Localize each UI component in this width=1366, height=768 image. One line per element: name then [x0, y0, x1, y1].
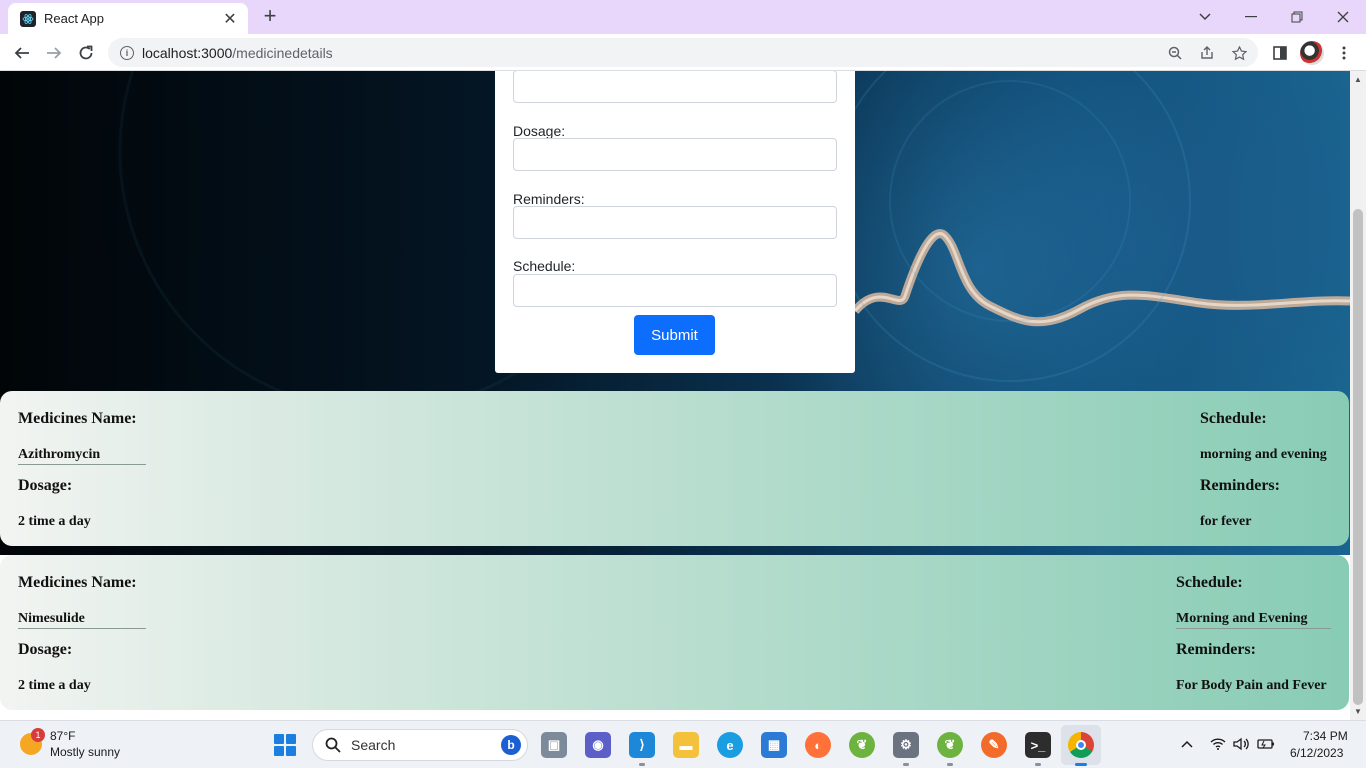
reminders-input[interactable]: [513, 206, 837, 239]
page-scrollbar[interactable]: ▲ ▼: [1350, 71, 1366, 720]
dosage-value: 2 time a day: [18, 678, 91, 693]
url-path: /medicinedetails: [232, 44, 333, 61]
tab-close-icon[interactable]: ✕: [222, 9, 238, 29]
schedule-value: Morning and Evening: [1176, 611, 1331, 629]
wifi-icon[interactable]: [1209, 735, 1227, 753]
restore-button[interactable]: [1274, 0, 1320, 34]
reminders-heading: Reminders:: [1176, 641, 1256, 658]
taskbar-search[interactable]: Search b: [312, 729, 528, 761]
reload-icon[interactable]: [73, 40, 99, 66]
microsoft-store-icon[interactable]: ▦: [761, 732, 787, 758]
teams-chat-icon[interactable]: ◉: [585, 732, 611, 758]
forward-arrow-icon[interactable]: [41, 40, 67, 66]
search-label: Search: [351, 737, 396, 753]
chevron-up-icon[interactable]: [1178, 735, 1196, 753]
spring-tool-icon[interactable]: ❦: [849, 732, 875, 758]
postman-icon[interactable]: ✎: [981, 732, 1007, 758]
clock-time[interactable]: 7:34 PM: [1303, 729, 1348, 743]
weather-temperature: 87°F: [50, 729, 76, 743]
running-indicator: [903, 763, 909, 766]
search-icon: [325, 737, 341, 753]
volume-icon[interactable]: [1232, 735, 1250, 753]
windows-start-icon[interactable]: [274, 734, 296, 756]
weather-description: Mostly sunny: [50, 745, 121, 759]
page-viewport: Dosage: Reminders: Schedule: Submit Medi…: [0, 71, 1350, 720]
submit-button[interactable]: Submit: [634, 315, 715, 355]
notification-badge: 1: [31, 728, 45, 742]
dosage-input[interactable]: [513, 138, 837, 171]
tab-title: React App: [44, 11, 104, 26]
url-text: localhost:3000/medicinedetails: [142, 45, 333, 61]
running-indicator: [947, 763, 953, 766]
dosage-value: 2 time a day: [18, 514, 91, 529]
running-indicator: [639, 763, 645, 766]
reminders-value: for fever: [1200, 514, 1252, 529]
medicine-name-input[interactable]: [513, 71, 837, 103]
site-info-icon[interactable]: i: [120, 45, 134, 60]
scrollbar-thumb[interactable]: [1353, 209, 1363, 705]
dosage-label: Dosage:: [513, 123, 566, 139]
url-host: localhost:3000: [142, 44, 233, 61]
profile-avatar[interactable]: [1300, 41, 1324, 65]
firefox-icon[interactable]: ◐: [805, 732, 831, 758]
scroll-up-arrow-icon[interactable]: ▲: [1353, 75, 1363, 85]
back-arrow-icon[interactable]: [9, 40, 35, 66]
vscode-icon[interactable]: ⟩: [629, 732, 655, 758]
new-tab-button[interactable]: +: [258, 5, 282, 29]
schedule-label: Schedule:: [513, 258, 576, 274]
medicine-name-value: Azithromycin: [18, 447, 146, 465]
terminal-icon[interactable]: >_: [1025, 732, 1051, 758]
chrome-icon[interactable]: [1068, 732, 1094, 758]
task-view-icon[interactable]: ▣: [541, 732, 567, 758]
clock-date[interactable]: 6/12/2023: [1290, 746, 1343, 760]
settings-gear-icon[interactable]: ⚙: [893, 732, 919, 758]
address-bar[interactable]: i localhost:3000/medicinedetails: [108, 38, 1258, 67]
browser-toolbar: i localhost:3000/medicinedetails: [0, 34, 1366, 71]
tab-search-chevron-down-icon[interactable]: [1182, 0, 1228, 34]
share-icon[interactable]: [1198, 44, 1216, 62]
medicine-form: Dosage: Reminders: Schedule: Submit: [495, 71, 855, 373]
battery-icon[interactable]: [1257, 735, 1275, 753]
file-explorer-icon[interactable]: ▬: [673, 732, 699, 758]
more-menu-icon[interactable]: [1334, 43, 1354, 63]
minimize-button[interactable]: [1228, 0, 1274, 34]
medicine-card: Medicines Name: Azithromycin Dosage: 2 t…: [0, 391, 1349, 546]
bing-icon[interactable]: b: [501, 735, 521, 755]
close-window-button[interactable]: [1320, 0, 1366, 34]
schedule-value: morning and evening: [1200, 447, 1327, 462]
scroll-down-arrow-icon[interactable]: ▼: [1353, 707, 1363, 717]
medicine-name-value: Nimesulide: [18, 611, 146, 629]
medicine-name-heading: Medicines Name:: [18, 574, 137, 591]
medicine-name-heading: Medicines Name:: [18, 410, 137, 427]
side-panel-icon[interactable]: [1270, 43, 1290, 63]
schedule-heading: Schedule:: [1176, 574, 1243, 591]
react-favicon-icon: [20, 10, 36, 27]
dosage-heading: Dosage:: [18, 641, 73, 658]
reminders-heading: Reminders:: [1200, 477, 1280, 494]
schedule-input[interactable]: [513, 274, 837, 307]
browser-tab-strip: React App ✕ +: [0, 0, 1366, 34]
spring-boot-icon[interactable]: ❦: [937, 732, 963, 758]
browser-tab[interactable]: React App ✕: [8, 3, 248, 34]
edge-browser-icon[interactable]: e: [717, 732, 743, 758]
active-indicator: [1075, 763, 1087, 766]
bookmark-star-icon[interactable]: [1230, 44, 1248, 62]
reminders-value: For Body Pain and Fever: [1176, 678, 1327, 693]
running-indicator: [1035, 763, 1041, 766]
medicine-card: Medicines Name: Nimesulide Dosage: 2 tim…: [0, 555, 1349, 710]
windows-taskbar: 1 87°F Mostly sunny Search b ▣ ◉ ⟩ ▬ e ▦…: [0, 720, 1366, 768]
zoom-icon[interactable]: [1166, 44, 1184, 62]
reminders-label: Reminders:: [513, 191, 585, 207]
schedule-heading: Schedule:: [1200, 410, 1267, 427]
dosage-heading: Dosage:: [18, 477, 73, 494]
